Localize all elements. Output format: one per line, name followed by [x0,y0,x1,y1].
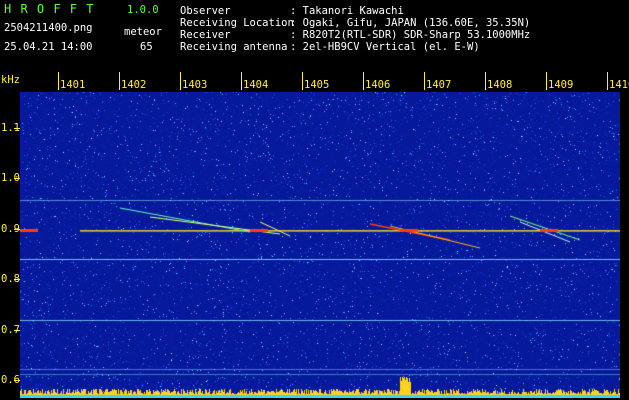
x-tick-mark [302,72,303,90]
x-tick-mark [119,72,120,90]
event-count: 65 [140,41,153,53]
type-label: meteor [124,26,162,38]
x-tick-label: 1408 [487,79,513,91]
antenna-label: Receiving antenna [180,41,288,53]
x-tick-mark [363,72,364,90]
datetime: 25.04.21 14:00 [4,41,93,53]
observer-label: Observer [180,5,231,17]
receiver-label: Receiver [180,29,231,41]
x-tick-label: 1406 [365,79,391,91]
x-tick-mark [607,72,608,90]
app-title: H R O F F T [4,2,95,16]
y-unit-label: kHz [1,74,20,86]
observer-value: : Takanori Kawachi [290,5,404,17]
x-tick-mark [58,72,59,90]
x-tick-label: 1410 [609,79,629,91]
app-version: 1.0.0 [127,4,159,16]
spectrogram-canvas [20,92,620,398]
x-tick-label: 1403 [182,79,208,91]
x-tick-label: 1402 [121,79,147,91]
x-tick-label: 1405 [304,79,330,91]
x-tick-label: 1407 [426,79,452,91]
x-tick-mark [485,72,486,90]
header-panel: H R O F F T 1.0.0 2504211400.png meteor … [0,0,629,72]
x-tick-label: 1404 [243,79,269,91]
x-tick-label: 1401 [60,79,86,91]
filename: 2504211400.png [4,22,93,34]
x-tick-mark [241,72,242,90]
location-label: Receiving Location [180,17,294,29]
spectrogram-plot [20,92,620,398]
x-tick-mark [424,72,425,90]
x-tick-label: 1409 [548,79,574,91]
x-tick-mark [546,72,547,90]
location-value: : Ogaki, Gifu, JAPAN (136.60E, 35.35N) [290,17,531,29]
x-tick-mark [180,72,181,90]
antenna-value: : 2el-HB9CV Vertical (el. E-W) [290,41,480,53]
receiver-value: : R820T2(RTL-SDR) SDR-Sharp 53.1000MHz [290,29,531,41]
